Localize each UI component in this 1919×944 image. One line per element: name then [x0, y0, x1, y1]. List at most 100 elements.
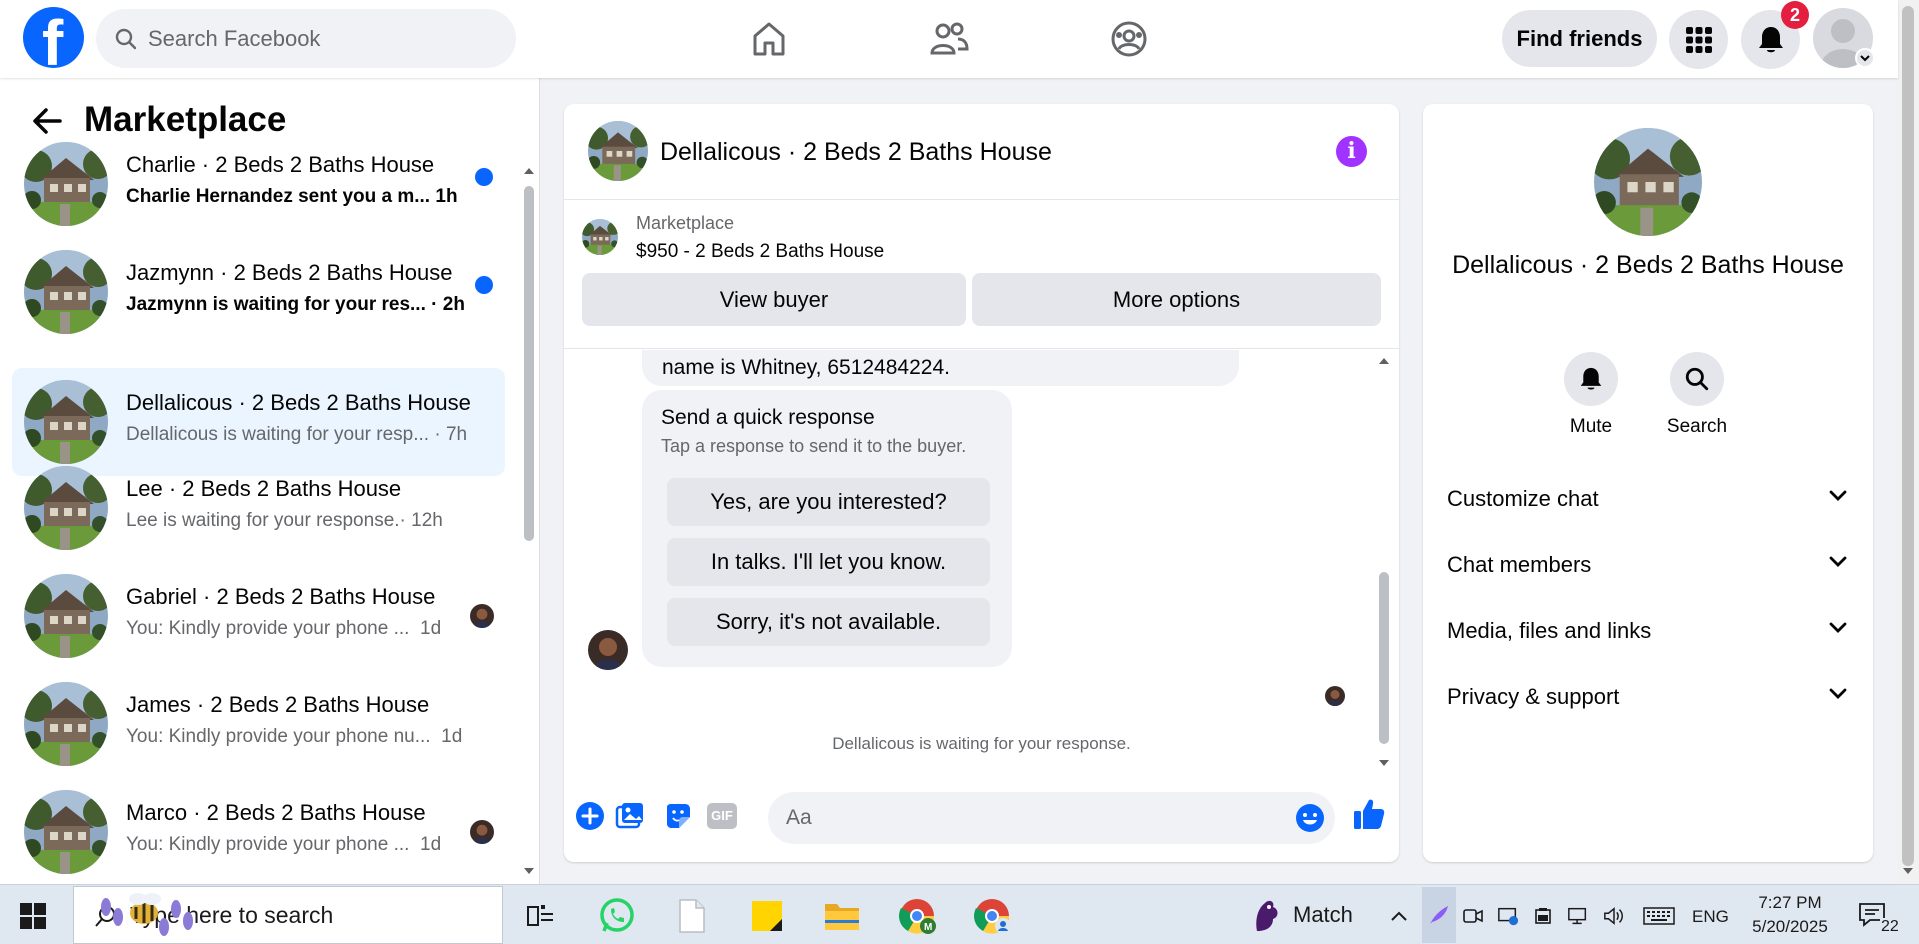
scrollbar-thumb[interactable] [1379, 572, 1389, 744]
conversation-item[interactable]: James · 2 Beds 2 Baths House You: Kindly… [12, 670, 505, 778]
conversation-panel: Dellalicous · 2 Beds 2 Baths House i Mar… [564, 104, 1399, 862]
sticker-button[interactable] [662, 800, 694, 832]
menu-button[interactable] [1669, 10, 1728, 69]
sticker-icon [667, 804, 690, 828]
thumbs-up-icon [1354, 799, 1385, 829]
friends-nav[interactable] [924, 14, 974, 64]
top-navigation-bar: f Find friends 2 [0, 0, 1898, 78]
volume-tray-icon[interactable] [1603, 905, 1625, 927]
whatsapp-taskbar-app[interactable] [594, 893, 640, 939]
find-friends-button[interactable]: Find friends [1502, 10, 1657, 67]
weather-widget-label[interactable]: Match [1293, 902, 1353, 928]
conversation-preview: Dellalicous is waiting for your resp... … [126, 424, 468, 445]
friends-icon [930, 22, 969, 55]
listing-source-label: Marketplace [636, 213, 735, 233]
search-in-chat-button[interactable]: Search [1657, 352, 1737, 438]
chrome-active-taskbar-app[interactable] [969, 893, 1015, 939]
listing-price[interactable]: $950 - 2 Beds 2 Baths House [636, 241, 884, 263]
facebook-logo[interactable]: f [23, 7, 84, 75]
monitor-sync-icon [1498, 907, 1519, 926]
windows-logo-icon [20, 903, 46, 929]
file-taskbar-app[interactable] [669, 893, 715, 939]
media-files-links-section[interactable]: Media, files and links [1447, 612, 1853, 652]
show-hidden-icons[interactable] [1388, 905, 1410, 927]
chevron-down-icon [1829, 556, 1847, 567]
quick-response-button[interactable]: Yes, are you interested? [667, 478, 990, 526]
network-tray-icon[interactable] [1567, 905, 1589, 927]
listing-thumbnail [24, 250, 108, 334]
more-options-button[interactable]: More options [972, 273, 1381, 326]
sticky-notes-taskbar-app[interactable] [744, 893, 790, 939]
input-language[interactable]: ENG [1692, 907, 1729, 927]
scroll-down-icon [1379, 760, 1389, 766]
like-button[interactable] [1349, 794, 1389, 834]
search-facebook-input[interactable] [148, 9, 488, 68]
mute-button[interactable]: Mute [1551, 352, 1631, 438]
display-tray-icon[interactable] [1497, 905, 1519, 927]
pen-tray-app[interactable] [1422, 887, 1456, 943]
info-icon[interactable]: i [1336, 136, 1367, 167]
ethernet-icon [1568, 907, 1587, 925]
task-view-button[interactable] [518, 893, 564, 939]
sender-avatar[interactable] [588, 630, 628, 670]
more-actions-button[interactable] [574, 800, 606, 832]
search-label: Search [1666, 416, 1728, 437]
scroll-down-icon [524, 868, 534, 874]
attach-photo-button[interactable] [614, 800, 646, 832]
battery-icon [1535, 908, 1551, 924]
message-bubble[interactable]: name is Whitney, 6512484224. [642, 350, 1239, 386]
page-scrollbar-thumb[interactable] [1902, 6, 1914, 866]
meet-tray-icon[interactable] [1462, 905, 1484, 927]
message-composer: GIF [564, 784, 1399, 862]
conversation-preview: Lee is waiting for your response.· 12h [126, 510, 443, 531]
search-facebook-box[interactable] [96, 9, 516, 68]
notification-center-count: 22 [1880, 918, 1900, 936]
message-input-box[interactable] [768, 792, 1335, 844]
customize-chat-section[interactable]: Customize chat [1447, 480, 1853, 520]
gif-icon: GIF [707, 803, 737, 829]
keyboard-icon [1643, 907, 1675, 925]
start-button[interactable] [20, 903, 46, 934]
conversation-title: Gabriel · 2 Beds 2 Baths House [126, 584, 436, 609]
inbox-scrollbar[interactable] [522, 166, 534, 876]
listing-thumbnail [24, 380, 108, 464]
view-buyer-button[interactable]: View buyer [582, 273, 966, 326]
chevron-up-icon [1391, 911, 1407, 921]
message-input[interactable] [786, 792, 1266, 844]
quick-response-button[interactable]: In talks. I'll let you know. [667, 538, 990, 586]
gif-button[interactable]: GIF [706, 800, 738, 832]
conversation-title: James · 2 Beds 2 Baths House [126, 692, 430, 717]
clock[interactable]: 7:27 PM 5/20/2025 [1740, 891, 1840, 939]
conversation-preview: You: Kindly provide your phone nu... 1d [126, 726, 463, 747]
taskbar-search-box[interactable] [73, 886, 503, 944]
quick-response-button[interactable]: Sorry, it's not available. [667, 598, 990, 646]
listing-thumbnail[interactable] [582, 219, 618, 255]
home-nav[interactable] [744, 14, 794, 64]
battery-tray-icon[interactable] [1533, 905, 1555, 927]
chrome-profile-taskbar-app[interactable]: M [894, 893, 940, 939]
chat-thumbnail[interactable] [588, 121, 648, 181]
keyboard-tray-icon[interactable] [1642, 905, 1676, 927]
file-explorer-taskbar-app[interactable] [819, 893, 865, 939]
conversation-item[interactable]: Charlie · 2 Beds 2 Baths House Charlie H… [12, 130, 505, 238]
privacy-support-section[interactable]: Privacy & support [1447, 678, 1853, 718]
chrome-icon [974, 899, 1011, 934]
conversation-item[interactable]: Lee · 2 Beds 2 Baths House Lee is waitin… [12, 454, 505, 562]
document-icon [679, 899, 705, 933]
conversation-photo[interactable] [1594, 128, 1702, 236]
chat-members-section[interactable]: Chat members [1447, 546, 1853, 586]
conversation-item[interactable]: Marco · 2 Beds 2 Baths House You: Kindly… [12, 778, 505, 884]
message-thread: name is Whitney, 6512484224. Send a quic… [564, 350, 1399, 775]
thread-scrollbar[interactable] [1377, 350, 1391, 775]
conversation-item[interactable]: Jazmynn · 2 Beds 2 Baths House Jazmynn i… [12, 238, 505, 346]
listing-thumbnail [24, 574, 108, 658]
scrollbar-thumb[interactable] [524, 186, 534, 541]
account-menu-chevron[interactable] [1855, 48, 1875, 68]
groups-nav[interactable] [1104, 14, 1154, 64]
task-view-icon [527, 905, 553, 926]
whatsapp-icon [600, 898, 634, 932]
emoji-icon[interactable] [1295, 803, 1325, 833]
page-scrollbar[interactable] [1898, 0, 1919, 884]
conversation-item[interactable]: Gabriel · 2 Beds 2 Baths House You: Kind… [12, 562, 505, 670]
chat-title[interactable]: Dellalicous · 2 Beds 2 Baths House [660, 138, 1052, 167]
